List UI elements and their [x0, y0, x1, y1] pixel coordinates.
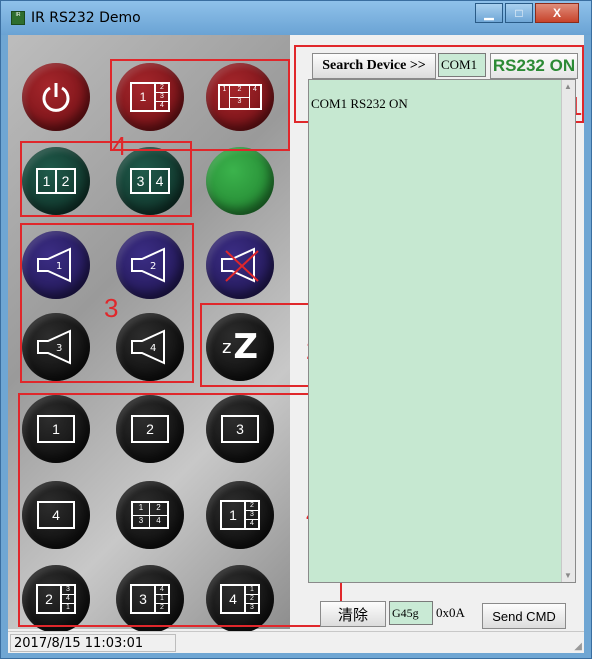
speaker-2-button[interactable]: 2 [116, 231, 184, 299]
minimize-button[interactable]: ▁ [475, 3, 503, 23]
layout-quad-button[interactable]: 1234 [116, 481, 184, 549]
rs232-status-button[interactable]: RS232 ON [490, 53, 578, 79]
remote-panel: 1 234 1 23 4 12 34 1 2 3 4 z Z 1 2 3 4 1… [8, 35, 290, 633]
command-input[interactable]: G45g [389, 601, 433, 625]
app-window: IR IR RS232 Demo ▁ □ X 1 234 1 23 4 1 2 … [0, 0, 592, 659]
sleep-big-z: Z [233, 327, 259, 367]
sleep-small-z: z [221, 336, 232, 358]
split-1-2-button[interactable]: 12 [22, 147, 90, 215]
layout-1-3-icon: 1 234 [130, 82, 170, 112]
window-controls: ▁ □ X [475, 3, 579, 23]
log-area[interactable]: COM1 RS232 ON ▲ ▼ [308, 79, 576, 583]
app-icon: IR [11, 11, 25, 25]
single-3-icon: 3 [221, 415, 259, 443]
layout-single-4-button[interactable]: 4 [22, 481, 90, 549]
layout-1-2-1-button[interactable]: 1 23 4 [206, 63, 274, 131]
speaker-icon: 2 [131, 247, 165, 283]
annotation-label-3: 3 [104, 293, 119, 323]
layout-single-3-button[interactable]: 3 [206, 395, 274, 463]
speaker-icon: 3 [37, 329, 71, 365]
green-button[interactable] [206, 147, 274, 215]
svg-text:2: 2 [150, 261, 156, 272]
window-title: IR RS232 Demo [31, 10, 141, 26]
layout-1-2-1-icon: 1 23 4 [218, 84, 262, 110]
annotation-label-4-top: 4 [112, 131, 127, 161]
sleep-button[interactable]: z Z [206, 313, 274, 381]
mute-icon [221, 247, 259, 283]
layout-1-main-button[interactable]: 1234 [206, 481, 274, 549]
clear-button[interactable]: 清除 [320, 601, 386, 627]
status-timestamp: 2017/8/15 11:03:01 [10, 634, 176, 652]
layout-single-2-button[interactable]: 2 [116, 395, 184, 463]
maximize-button[interactable]: □ [505, 3, 533, 23]
layout-2-main-icon: 2341 [36, 584, 76, 614]
speaker-icon: 4 [131, 329, 165, 365]
layout-1-main-icon: 1234 [220, 500, 260, 530]
speaker-1-button[interactable]: 1 [22, 231, 90, 299]
layout-4-main-button[interactable]: 4123 [206, 565, 274, 633]
com-port-field[interactable]: COM1 [438, 53, 486, 77]
maximize-icon: □ [515, 6, 523, 20]
log-scrollbar[interactable]: ▲ ▼ [561, 80, 575, 582]
title-bar[interactable]: IR IR RS232 Demo ▁ □ X [1, 1, 591, 35]
log-line: COM1 RS232 ON [311, 96, 408, 111]
scroll-up-icon[interactable]: ▲ [564, 82, 572, 91]
status-bar: 2017/8/15 11:03:01 ◢ [8, 631, 584, 653]
scroll-down-icon[interactable]: ▼ [564, 571, 572, 580]
svg-text:3: 3 [56, 343, 62, 354]
speaker-3-button[interactable]: 3 [22, 313, 90, 381]
client-area: 1 234 1 23 4 12 34 1 2 3 4 z Z 1 2 3 4 1… [8, 35, 584, 653]
layout-4-main-icon: 4123 [220, 584, 260, 614]
split-3-4-icon: 34 [130, 168, 170, 194]
send-cmd-button[interactable]: Send CMD [482, 603, 566, 629]
single-4-icon: 4 [37, 501, 75, 529]
power-button[interactable] [22, 63, 90, 131]
quad-icon: 1234 [131, 501, 169, 529]
layout-3-main-icon: 3412 [130, 584, 170, 614]
minimize-icon: ▁ [484, 6, 494, 20]
search-device-button[interactable]: Search Device >> [312, 53, 436, 79]
single-2-icon: 2 [131, 415, 169, 443]
command-suffix: 0x0A [436, 605, 465, 620]
svg-text:4: 4 [150, 343, 156, 354]
split-1-2-icon: 12 [36, 168, 76, 194]
close-button[interactable]: X [535, 3, 579, 23]
layout-2-main-button[interactable]: 2341 [22, 565, 90, 633]
speaker-icon: 1 [37, 247, 71, 283]
speaker-4-button[interactable]: 4 [116, 313, 184, 381]
power-icon [42, 83, 70, 112]
single-1-icon: 1 [37, 415, 75, 443]
layout-3-main-button[interactable]: 3412 [116, 565, 184, 633]
layout-single-1-button[interactable]: 1 [22, 395, 90, 463]
close-icon: X [552, 6, 561, 20]
mute-button[interactable] [206, 231, 274, 299]
svg-text:1: 1 [56, 261, 62, 272]
resize-grip-icon[interactable]: ◢ [574, 641, 582, 652]
layout-1-3-button[interactable]: 1 234 [116, 63, 184, 131]
